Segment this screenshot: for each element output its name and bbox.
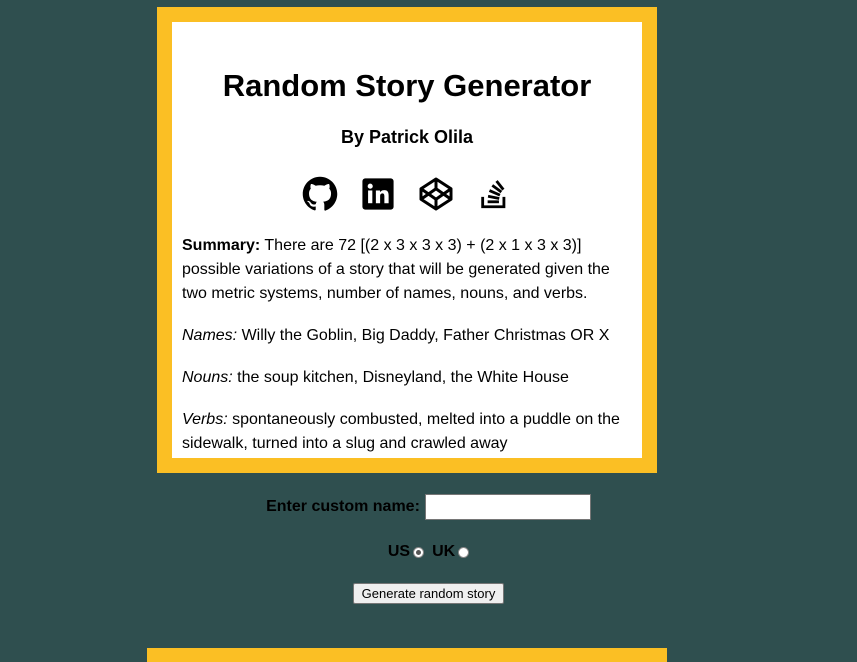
- author-line: By Patrick Olila: [340, 127, 474, 147]
- generate-story-button[interactable]: Generate random story: [352, 582, 505, 604]
- linkedin-icon: [362, 178, 394, 210]
- nouns-paragraph: Nouns: the soup kitchen, Disneyland, the…: [182, 366, 632, 390]
- nouns-label: Nouns:: [182, 369, 233, 386]
- page-title: Random Story Generator: [222, 68, 592, 103]
- uk-radio[interactable]: [458, 546, 470, 558]
- summary-label: Summary:: [182, 237, 261, 254]
- info-card: Random Story Generator By Patrick Olila: [157, 7, 657, 473]
- nouns-text: the soup kitchen, Disneyland, the White …: [232, 369, 569, 386]
- story-info: Summary: There are 72 [(2 x 3 x 3 x 3) +…: [182, 234, 632, 474]
- unit-selector: US UK: [0, 541, 857, 563]
- verbs-label: Verbs:: [182, 411, 228, 428]
- generate-row: Generate random story: [0, 582, 857, 604]
- social-links: [172, 174, 642, 214]
- verbs-text: spontaneously combusted, melted into a p…: [182, 411, 620, 452]
- names-text: Willy the Goblin, Big Daddy, Father Chri…: [237, 327, 610, 344]
- stackoverflow-icon: [481, 180, 506, 209]
- codepen-link[interactable]: [418, 176, 454, 212]
- us-label: US: [387, 543, 411, 560]
- stackoverflow-link[interactable]: [476, 176, 512, 212]
- names-paragraph: Names: Willy the Goblin, Big Daddy, Fath…: [182, 324, 632, 348]
- names-label: Names:: [182, 327, 238, 344]
- linkedin-link[interactable]: [360, 176, 396, 212]
- us-radio[interactable]: [413, 546, 425, 558]
- custom-name-label: Enter custom name:: [266, 498, 420, 515]
- verbs-paragraph: Verbs: spontaneously combusted, melted i…: [182, 408, 632, 456]
- summary-paragraph: Summary: There are 72 [(2 x 3 x 3 x 3) +…: [182, 234, 632, 306]
- custom-name-row: Enter custom name:: [0, 492, 857, 522]
- codepen-icon: [419, 177, 453, 211]
- github-icon: [302, 176, 338, 211]
- github-link[interactable]: [302, 176, 338, 212]
- custom-name-input[interactable]: [424, 494, 591, 520]
- uk-label: UK: [432, 543, 456, 560]
- story-output-panel: [147, 648, 667, 662]
